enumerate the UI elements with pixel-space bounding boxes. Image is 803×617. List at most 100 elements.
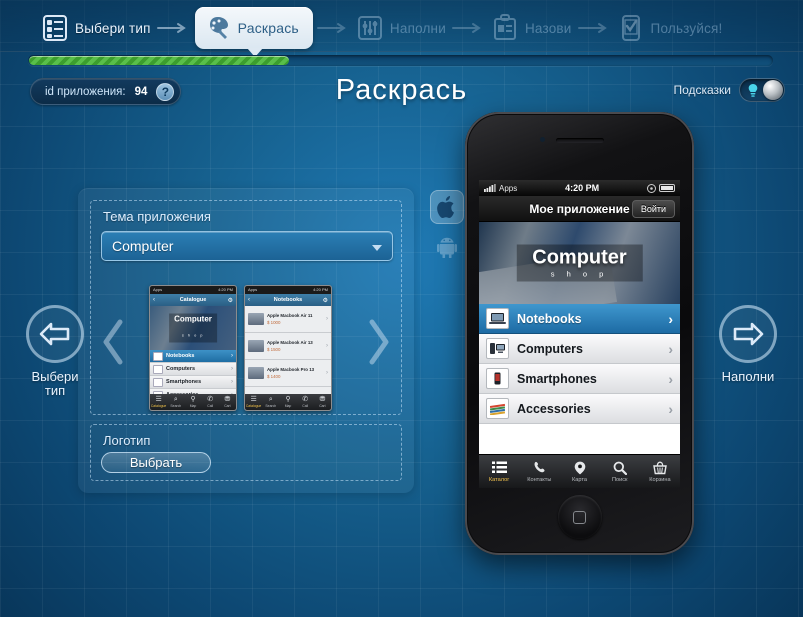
list-icon: [479, 461, 519, 476]
list-item-notebooks[interactable]: Notebooks ›: [479, 304, 680, 334]
preview-carrier: Apps: [153, 287, 163, 292]
preview-row-label: Notebooks: [166, 353, 195, 359]
app-tab-bar: Каталог Контакты Карта Поиск Корзина: [479, 454, 680, 488]
app-nav-bar: Мое приложение Войти: [479, 196, 680, 222]
tab-label: Поиск: [611, 476, 628, 483]
list-icon: ☰: [155, 396, 162, 403]
step-label: Пользуйся!: [650, 20, 723, 36]
step-napolni[interactable]: Наполни: [351, 14, 452, 42]
chevron-right-icon: ›: [231, 366, 233, 372]
sliders-icon: [357, 16, 382, 40]
list-item-label: Smartphones: [517, 371, 597, 386]
hints-toggle[interactable]: [739, 78, 785, 102]
prev-step-circle[interactable]: [26, 305, 84, 363]
theme-label: Тема приложения: [103, 209, 211, 224]
platform-apple[interactable]: [430, 190, 464, 224]
preview-hero-title: Computer: [174, 314, 212, 324]
step-vyberi-tip[interactable]: Выбери тип: [36, 14, 157, 42]
carousel-next-button[interactable]: [366, 318, 392, 366]
preview-product-row: Apple Macbook Air 13 $ 1500 ›: [245, 333, 331, 360]
login-button[interactable]: Войти: [631, 200, 675, 218]
logo-label: Логотип: [103, 433, 151, 448]
desktop-icon: [153, 364, 163, 374]
preview-hero-sub: s h o p: [182, 333, 204, 338]
pin-icon: ⚲: [190, 396, 196, 403]
arrow-right-icon: [577, 23, 607, 33]
hero-subtitle: s h o p: [550, 269, 609, 279]
preview-tab-label: Search: [170, 404, 182, 408]
step-nazovi[interactable]: Назови: [486, 14, 578, 42]
theme-field-group: Тема приложения Computer Apps 4:20 PM ‹ …: [90, 200, 402, 415]
preview-product-row: Apple Macbook Air 11 $ 1000 ›: [245, 306, 331, 333]
wizard-stepper: Выбери тип Раскрась Наполни Назови Польз…: [36, 7, 729, 57]
pin-icon: [559, 461, 599, 476]
product-name: Apple Macbook Air 13: [267, 340, 313, 345]
tab-label: Контакты: [527, 476, 552, 483]
choose-logo-button[interactable]: Выбрать: [101, 452, 211, 473]
preview-time: 4:20 PM: [218, 287, 233, 292]
desktop-icon: [486, 338, 509, 359]
tab-label: Корзина: [649, 476, 671, 483]
theme-select-value: Computer: [112, 238, 174, 254]
customization-panel: Тема приложения Computer Apps 4:20 PM ‹ …: [78, 188, 414, 493]
app-title: Мое приложение: [529, 201, 630, 216]
list-item-smartphones[interactable]: Smartphones ›: [479, 364, 680, 394]
arrow-right-icon: [733, 322, 764, 346]
chevron-right-icon: ›: [326, 370, 328, 376]
tab-label: Карта: [572, 476, 587, 483]
search-icon: ⌕: [173, 396, 178, 403]
pin-icon: ⚲: [285, 396, 291, 403]
product-thumb: [248, 367, 264, 379]
tab-contacts[interactable]: Контакты: [519, 461, 559, 483]
next-step-circle[interactable]: [719, 305, 777, 363]
hints-toggle-group: Подсказки: [673, 78, 785, 102]
preview-tab-label: Cart: [224, 404, 231, 408]
preview-carrier: Apps: [248, 287, 258, 292]
chevron-right-icon: ›: [668, 370, 673, 387]
theme-preview-thumb-notebooks[interactable]: Apps 4:20 PM ‹ Notebooks ⚙ Apple Macbook…: [244, 285, 332, 411]
tab-map[interactable]: Карта: [559, 461, 599, 483]
status-carrier-label: Apps: [499, 183, 518, 193]
home-square-icon: [573, 510, 586, 524]
theme-preview-thumb-catalogue[interactable]: Apps 4:20 PM ‹ Catalogue ⚙ Computer s h …: [149, 285, 237, 411]
step-polzuysya[interactable]: Пользуйся!: [612, 14, 729, 42]
preview-tab: ⚲ Map: [184, 396, 201, 408]
smartphone-icon: [153, 377, 163, 387]
next-step-label: Наполни: [721, 369, 775, 384]
product-name: Apple Macbook Air 11: [267, 313, 313, 318]
chevron-right-icon: ›: [231, 353, 233, 359]
list-item-computers[interactable]: Computers ›: [479, 334, 680, 364]
phone-mockup: Apps 4:20 PM Мое приложение Войти Comput…: [465, 112, 694, 555]
prev-step-nav[interactable]: Выбери тип: [0, 305, 110, 398]
hero-title: Computer: [532, 246, 627, 269]
toggle-knob[interactable]: [763, 80, 783, 100]
preview-tab-label: Cart: [319, 404, 326, 408]
category-list: Notebooks › Computers › Smartphones › Ac…: [479, 304, 680, 424]
preview-hero: Computer s h o p: [150, 306, 236, 350]
laptop-icon: [153, 351, 163, 361]
theme-select[interactable]: Computer: [101, 231, 393, 261]
step-raskras[interactable]: Раскрась: [194, 7, 313, 57]
preview-tab: ☰ Catalogue: [245, 396, 262, 408]
progress-fill: [29, 56, 290, 65]
tab-cart[interactable]: Корзина: [640, 461, 680, 483]
platform-android[interactable]: [430, 230, 464, 264]
platform-switcher: [430, 190, 466, 270]
home-button[interactable]: [557, 495, 602, 539]
tab-catalog[interactable]: Каталог: [479, 461, 519, 483]
prev-step-label-line2: тип: [44, 383, 66, 398]
preview-nav-title: Catalogue: [179, 297, 207, 303]
product-name: Apple Macbook Pro 13: [267, 367, 315, 372]
preview-row: Notebooks ›: [150, 350, 236, 363]
basket-icon: ⛃: [224, 396, 231, 403]
tab-search[interactable]: Поиск: [600, 461, 640, 483]
signal-icon: [484, 184, 496, 192]
chevron-right-icon: ›: [326, 316, 328, 322]
basket-icon: [640, 461, 680, 476]
laptop-icon: [486, 308, 509, 329]
list-item-accessories[interactable]: Accessories ›: [479, 394, 680, 424]
basket-icon: ⛃: [319, 396, 326, 403]
hero-logo-badge: Computer s h o p: [516, 244, 643, 282]
next-step-nav[interactable]: Наполни: [693, 305, 803, 384]
chevron-right-icon: ›: [668, 340, 673, 357]
